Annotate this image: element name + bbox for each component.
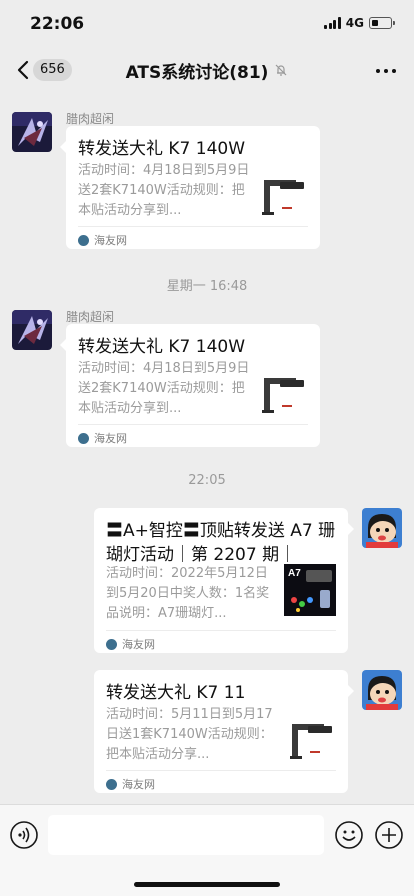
plus-icon[interactable] (374, 820, 404, 850)
link-card[interactable]: 〓A+智控〓顶贴转发送 A7 珊瑚灯活动｜第 2207 期｜ 活动时间：2022… (94, 508, 354, 653)
signal-icon (324, 17, 341, 29)
back-chevron-icon[interactable] (16, 60, 32, 80)
source-icon (78, 432, 89, 444)
link-card[interactable]: 转发送大礼 K7 140W 活动时间：4月18日到5月9日送2套K7140W活动… (60, 126, 320, 249)
status-indicators: 4G (324, 16, 395, 30)
card-title: 〓A+智控〓顶贴转发送 A7 珊瑚灯活动｜第 2207 期｜ (106, 521, 336, 565)
battery-icon (369, 17, 395, 29)
more-icon[interactable] (376, 69, 396, 73)
card-thumbnail: A7 (284, 564, 336, 616)
card-description: 活动时间：4月18日到5月9日送2套K7140W活动规则：把本贴活动分享到... (78, 163, 250, 218)
network-type: 4G (345, 16, 364, 30)
home-indicator (134, 882, 280, 887)
chat-timestamp: 星期一 16:48 (166, 279, 248, 294)
chat-message-list[interactable]: 腊肉超闲 转发送大礼 K7 140W 活动时间：4月18日到5月9日送2套K71… (0, 92, 414, 804)
card-title: 转发送大礼 K7 140W (78, 337, 246, 357)
chat-title: ATS系统讨论(81) (125, 62, 269, 83)
card-source: 海友网 (78, 430, 127, 446)
nav-bar: ATS系统讨论(81) 656 (0, 48, 414, 92)
message-input[interactable] (48, 815, 324, 855)
card-source: 海友网 (78, 232, 127, 248)
unread-count-badge[interactable]: 656 (33, 59, 72, 81)
card-thumbnail (256, 368, 308, 420)
chat-timestamp: 22:05 (188, 473, 226, 488)
source-name: 海友网 (122, 638, 155, 651)
card-divider (78, 424, 308, 425)
status-bar: 22:06 4G (0, 0, 414, 48)
voice-icon[interactable] (9, 820, 39, 850)
card-divider (106, 770, 336, 771)
card-title: 转发送大礼 K7 11 (106, 683, 246, 703)
source-name: 海友网 (94, 432, 127, 445)
source-icon (78, 234, 89, 246)
card-title: 转发送大礼 K7 140W (78, 139, 246, 159)
source-icon (106, 778, 117, 790)
card-description: 活动时间：5月11日到5月17日送1套K7140W活动规则：把本贴活动分享... (106, 707, 273, 762)
card-description: 活动时间：4月18日到5月9日送2套K7140W活动规则：把本贴活动分享到... (78, 361, 250, 416)
mute-icon (276, 64, 287, 76)
sender-avatar[interactable] (12, 310, 52, 350)
link-card[interactable]: 转发送大礼 K7 11 活动时间：5月11日到5月17日送1套K7140W活动规… (94, 670, 354, 793)
sender-name: 腊肉超闲 (66, 310, 115, 324)
source-name: 海友网 (122, 778, 155, 791)
card-source: 海友网 (106, 636, 155, 652)
emoji-icon[interactable] (334, 820, 364, 850)
source-name: 海友网 (94, 234, 127, 247)
sender-name: 腊肉超闲 (66, 112, 115, 126)
card-divider (78, 226, 308, 227)
my-avatar[interactable] (362, 508, 402, 548)
card-divider (106, 630, 336, 631)
link-card[interactable]: 转发送大礼 K7 140W 活动时间：4月18日到5月9日送2套K7140W活动… (60, 324, 320, 447)
card-description: 活动时间：2022年5月12日到5月20日中奖人数：1名奖品说明：A7珊瑚灯..… (106, 566, 270, 621)
my-avatar[interactable] (362, 670, 402, 710)
status-time: 22:06 (30, 14, 85, 34)
card-source: 海友网 (106, 776, 155, 792)
card-thumbnail (256, 170, 308, 222)
svg-text:A7: A7 (288, 568, 301, 579)
sender-avatar[interactable] (12, 112, 52, 152)
source-icon (106, 638, 117, 650)
card-thumbnail (284, 714, 336, 766)
